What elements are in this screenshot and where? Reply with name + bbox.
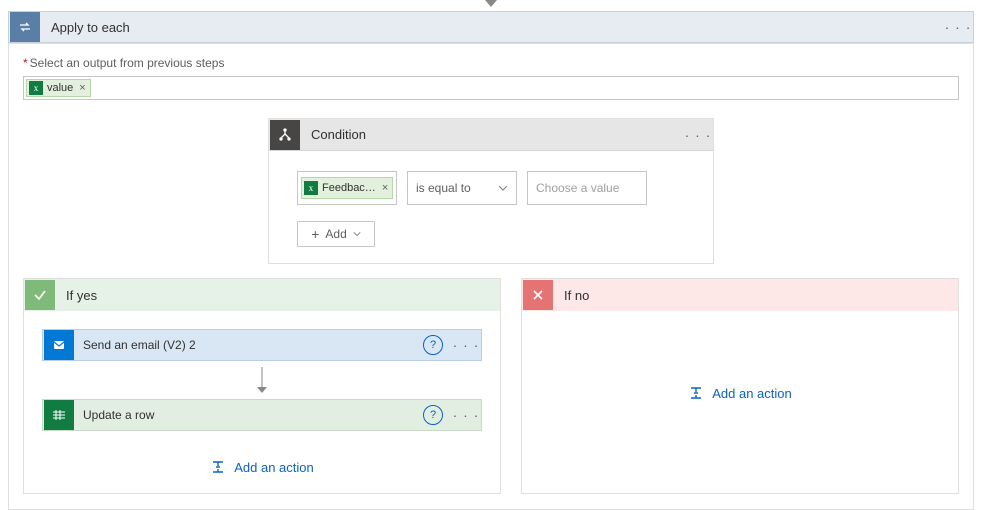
add-action-button[interactable]: Add an action — [210, 459, 314, 475]
apply-to-each-body: Select an output from previous steps x v… — [8, 43, 974, 510]
operator-label: is equal to — [416, 181, 471, 195]
condition-header[interactable]: Condition · · · — [269, 119, 713, 151]
excel-icon: x — [304, 181, 318, 195]
if-yes-branch: If yes Send an email (V2) 2 ? · · · — [23, 278, 501, 494]
svg-text:x: x — [309, 183, 314, 193]
previous-output-field[interactable]: x value × — [23, 76, 959, 100]
svg-text:x: x — [34, 83, 39, 93]
link-text: Add an action — [712, 386, 792, 401]
condition-lhs-field[interactable]: x Feedbac… × — [297, 171, 397, 205]
outlook-icon — [44, 330, 74, 360]
insert-icon — [688, 385, 704, 401]
card-title: Condition — [301, 127, 683, 142]
branch-title: If no — [554, 288, 599, 303]
field-label: Select an output from previous steps — [23, 56, 959, 70]
chevron-down-icon — [498, 183, 508, 193]
branch-title: If yes — [56, 288, 107, 303]
insert-icon — [210, 459, 226, 475]
remove-token-button[interactable]: × — [382, 182, 388, 194]
card-menu-button[interactable]: · · · — [683, 127, 713, 143]
condition-operator-select[interactable]: is equal to — [407, 171, 517, 205]
placeholder-text: Choose a value — [536, 181, 619, 195]
help-button[interactable]: ? — [423, 405, 443, 425]
plus-icon: + — [311, 227, 319, 241]
action-menu-button[interactable]: · · · — [451, 337, 481, 353]
token-text: Feedbac… — [322, 182, 376, 194]
close-icon — [523, 280, 553, 310]
action-update-row[interactable]: Update a row ? · · · — [42, 399, 482, 431]
token-text: value — [47, 82, 73, 94]
apply-to-each-header[interactable]: Apply to each · · · — [8, 11, 974, 43]
dynamic-token-value[interactable]: x value × — [26, 79, 91, 97]
if-yes-header[interactable]: If yes — [24, 279, 500, 311]
dynamic-token-field[interactable]: x Feedbac… × — [301, 177, 393, 199]
branch-icon — [270, 120, 300, 150]
card-title: Apply to each — [41, 20, 943, 35]
arrow-down-icon — [261, 367, 263, 393]
excel-icon — [44, 400, 74, 430]
add-label: Add — [325, 227, 346, 241]
card-menu-button[interactable]: · · · — [943, 19, 973, 35]
help-button[interactable]: ? — [423, 335, 443, 355]
if-no-header[interactable]: If no — [522, 279, 958, 311]
action-title: Update a row — [75, 408, 423, 422]
check-icon — [25, 280, 55, 310]
remove-token-button[interactable]: × — [79, 82, 85, 94]
condition-card: Condition · · · x Feedbac… × — [268, 118, 714, 264]
action-send-email[interactable]: Send an email (V2) 2 ? · · · — [42, 329, 482, 361]
excel-icon: x — [29, 81, 43, 95]
action-title: Send an email (V2) 2 — [75, 338, 423, 352]
link-text: Add an action — [234, 460, 314, 475]
if-no-branch: If no Add an action — [521, 278, 959, 494]
condition-rhs-field[interactable]: Choose a value — [527, 171, 647, 205]
action-menu-button[interactable]: · · · — [451, 407, 481, 423]
loop-icon — [10, 12, 40, 42]
chevron-down-icon — [353, 227, 361, 241]
incoming-arrow — [484, 0, 498, 10]
add-condition-button[interactable]: + Add — [297, 221, 375, 247]
add-action-button[interactable]: Add an action — [688, 385, 792, 401]
